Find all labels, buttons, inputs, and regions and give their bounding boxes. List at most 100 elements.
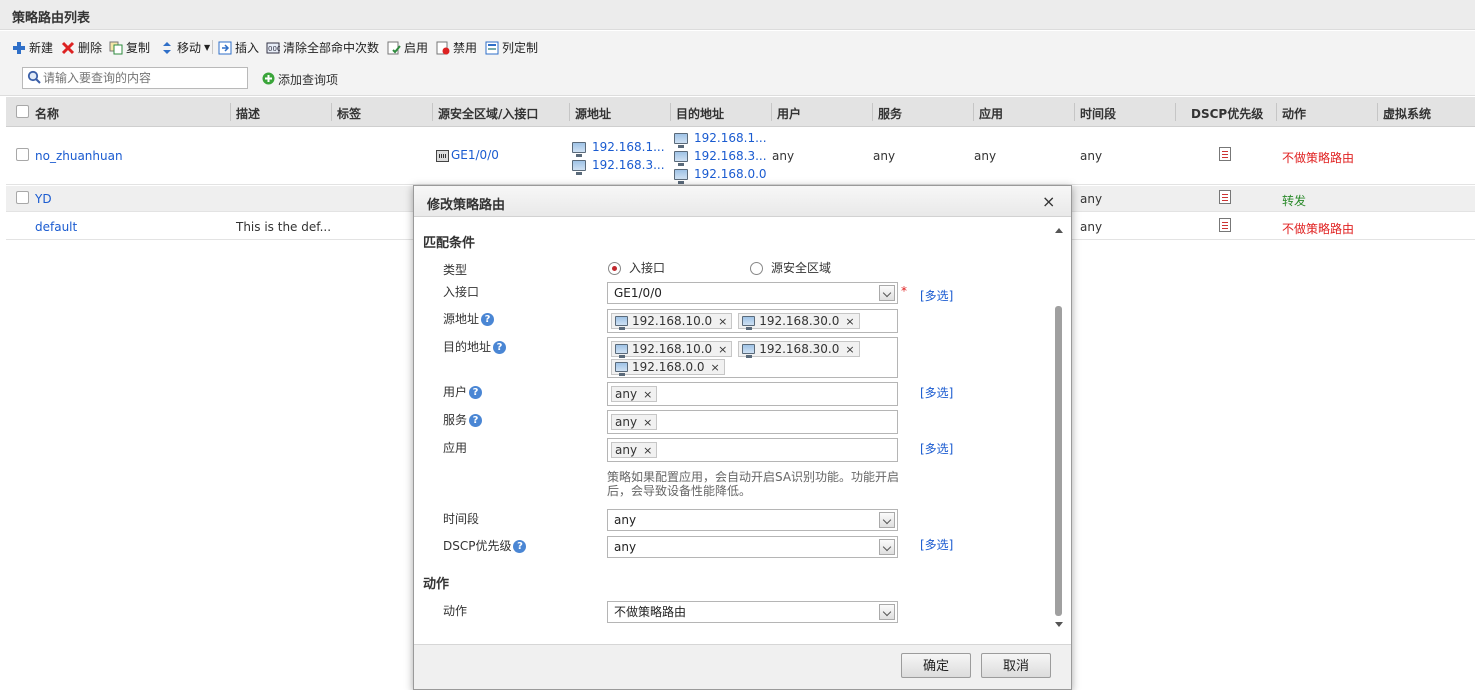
user-cell: any [772,149,795,163]
address-tag-text: 192.168.0.0 [632,360,705,374]
policy-name-link[interactable]: no_zhuanhuan [35,149,123,163]
remove-tag-icon[interactable]: × [643,388,652,401]
copy-button[interactable]: 复制 [109,39,150,56]
remove-tag-icon[interactable]: × [643,416,652,429]
action-select[interactable]: 不做策略路由 [607,601,898,623]
dst-addr-item[interactable]: 192.168.1... [674,131,767,148]
dst-addr-label: 目的地址? [443,338,507,355]
app-cell: any [974,149,997,163]
remove-tag-icon[interactable]: × [718,315,727,328]
time-select[interactable]: any [607,509,898,531]
col-divider [230,103,231,121]
computer-icon [742,316,756,330]
disable-button[interactable]: 禁用 [436,39,477,56]
insert-button[interactable]: 插入 [218,39,259,56]
dscp-detail-icon[interactable] [1219,147,1231,164]
help-icon[interactable]: ? [469,386,483,399]
new-button[interactable]: 新建 [12,39,53,56]
policy-name-link[interactable]: YD [35,192,52,206]
dscp-multi-link[interactable]: [多选] [920,536,953,553]
scroll-up-icon[interactable] [1055,228,1063,233]
app-multi-link[interactable]: [多选] [920,440,953,457]
columns-icon [485,41,499,55]
dscp-detail-icon[interactable] [1219,218,1231,235]
col-src-addr[interactable]: 源地址 [575,105,611,122]
action-value: 不做策略路由 [614,605,687,619]
help-icon[interactable]: ? [493,341,507,354]
search-input[interactable] [41,69,241,87]
user-multi-link[interactable]: [多选] [920,384,953,401]
remove-tag-icon[interactable]: × [845,315,854,328]
close-icon[interactable]: × [1042,192,1055,211]
ok-button[interactable]: 确定 [901,653,971,678]
col-time[interactable]: 时间段 [1080,105,1116,122]
help-icon[interactable]: ? [469,414,483,427]
add-query-button[interactable]: 添加查询项 [262,71,338,88]
in-interface-label: 入接口 [443,285,480,299]
col-service[interactable]: 服务 [878,105,902,122]
new-label: 新建 [29,41,54,55]
type-radio-zone[interactable]: 源安全区域 [750,259,831,276]
col-vsys[interactable]: 虚拟系统 [1383,105,1431,122]
move-button[interactable]: 移动 ▼ [160,39,210,56]
col-name[interactable]: 名称 [35,105,59,122]
app-tag-text: any [615,443,638,457]
add-circle-icon [262,72,275,88]
src-zone-value[interactable]: GE1/0/0 [451,148,499,162]
table-row[interactable]: no_zhuanhuan GE1/0/0 192.168.1... 192.16… [6,128,1475,185]
select-all-checkbox[interactable] [16,105,29,118]
service-tagbox[interactable]: any × [607,410,898,434]
dst-addr-item[interactable]: 192.168.0.0 [674,167,767,184]
col-user[interactable]: 用户 [777,105,801,122]
clear-hits-button[interactable]: 000 清除全部命中次数 [266,39,379,56]
row-checkbox[interactable] [16,148,29,161]
remove-tag-icon[interactable]: × [718,343,727,356]
col-tag[interactable]: 标签 [337,105,361,122]
computer-icon [742,344,756,358]
type-radio-interface[interactable]: 入接口 [608,259,665,276]
enable-button[interactable]: 启用 [387,39,428,56]
col-desc[interactable]: 描述 [236,105,260,122]
dscp-detail-icon[interactable] [1219,190,1231,207]
col-divider [872,103,873,121]
src-zone-cell: GE1/0/0 [436,148,499,162]
col-src-zone[interactable]: 源安全区域/入接口 [438,105,538,122]
match-section-title: 匹配条件 [423,236,476,251]
columns-button[interactable]: 列定制 [485,39,538,56]
row-checkbox[interactable] [16,191,29,204]
type-label: 类型 [443,263,468,277]
dst-addr-tagbox[interactable]: 192.168.10.0 × 192.168.30.0 × 192.168.0.0 × [607,337,898,378]
src-addr-item[interactable]: 192.168.3... [572,158,665,175]
enable-icon [387,41,401,55]
disable-label: 禁用 [453,41,478,55]
service-label-text: 服务 [443,413,468,427]
col-dscp[interactable]: DSCP优先级 [1191,105,1263,122]
cancel-button[interactable]: 取消 [981,653,1051,678]
address-tag: 192.168.30.0 × [738,341,860,358]
help-icon[interactable]: ? [513,540,527,553]
col-action[interactable]: 动作 [1282,105,1306,122]
src-addr-tagbox[interactable]: 192.168.10.0 × 192.168.30.0 × [607,309,898,333]
col-app[interactable]: 应用 [979,105,1003,122]
dscp-select[interactable]: any [607,536,898,558]
col-dst-addr[interactable]: 目的地址 [676,105,724,122]
remove-tag-icon[interactable]: × [643,444,652,457]
scroll-down-icon[interactable] [1055,622,1063,627]
dst-addr-text: 192.168.3... [694,149,767,163]
columns-label: 列定制 [502,41,539,55]
in-interface-multi-link[interactable]: [多选] [920,287,953,304]
delete-button[interactable]: 删除 [61,39,102,56]
computer-icon [572,142,586,157]
in-interface-select[interactable]: GE1/0/0 [607,282,898,304]
policy-name-link[interactable]: default [35,220,77,234]
dst-addr-item[interactable]: 192.168.3... [674,149,767,166]
help-icon[interactable]: ? [481,313,495,326]
plus-icon [12,41,26,55]
scrollbar-thumb[interactable] [1055,306,1062,616]
remove-tag-icon[interactable]: × [845,343,854,356]
user-tagbox[interactable]: any × [607,382,898,406]
time-label: 时间段 [443,512,480,526]
remove-tag-icon[interactable]: × [711,361,720,374]
src-addr-item[interactable]: 192.168.1... [572,140,665,157]
app-tagbox[interactable]: any × [607,438,898,462]
